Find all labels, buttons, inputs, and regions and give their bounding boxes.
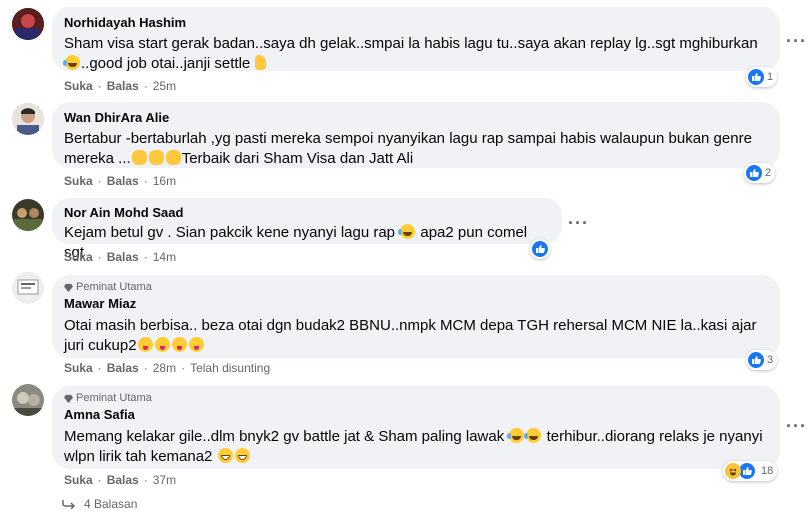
reaction-summary[interactable]: 1: [746, 67, 778, 87]
tongue-out-emoji-icon: [137, 337, 153, 352]
reply-link[interactable]: Balas: [107, 250, 139, 264]
commenter-name[interactable]: Wan DhirAra Alie: [64, 110, 768, 126]
commenter-name[interactable]: Amna Safia: [64, 407, 768, 423]
comment-actions: Suka · Balas · 37m: [64, 473, 177, 487]
reply-link[interactable]: Balas: [107, 473, 139, 487]
more-options-icon[interactable]: ···: [786, 417, 807, 435]
replies-count-label: 4 Balasan: [84, 497, 138, 511]
timestamp[interactable]: 37m: [153, 473, 176, 487]
reaction-summary[interactable]: 18: [723, 461, 778, 481]
top-fan-badge: Peminat Utama: [64, 280, 768, 294]
laughing-tears-emoji-icon: [63, 55, 80, 70]
comment-text: Bertabur -bertaburlah ,yg pasti mereka s…: [64, 130, 752, 167]
commenter-name[interactable]: Norhidayah Hashim: [64, 15, 768, 31]
comment-actions: Suka · Balas · 14m: [64, 250, 177, 264]
comment-bubble: Peminat Utama Mawar Miaz Otai masih berb…: [52, 275, 780, 358]
commenter-name[interactable]: Mawar Miaz: [64, 296, 768, 312]
like-link[interactable]: Suka: [64, 250, 93, 264]
like-link[interactable]: Suka: [64, 361, 93, 375]
comment-bubble: Nor Ain Mohd Saad Kejam betul gv . Sian …: [52, 198, 562, 261]
clapping-hands-emoji-icon: [165, 150, 181, 165]
reply-link[interactable]: Balas: [107, 361, 139, 375]
view-replies-link[interactable]: 4 Balasan: [62, 497, 137, 511]
reaction-summary[interactable]: [530, 239, 550, 259]
reply-link[interactable]: Balas: [107, 79, 139, 93]
rofl-emoji-icon: [524, 428, 542, 443]
reaction-count: 18: [761, 465, 774, 477]
comment-bubble: Wan DhirAra Alie Bertabur -bertaburlah ,…: [52, 102, 780, 168]
more-options-icon[interactable]: ···: [568, 214, 589, 232]
thumbs-up-emoji-icon: [255, 55, 267, 70]
clapping-hands-emoji-icon: [148, 150, 164, 165]
comment-text: Otai masih berbisa.. beza otai dgn budak…: [64, 317, 757, 354]
avatar-photo-icon: [12, 384, 44, 416]
avatar-photo-icon: [12, 199, 44, 231]
like-link[interactable]: Suka: [64, 79, 93, 93]
top-fan-badge: Peminat Utama: [64, 391, 768, 405]
like-reaction-icon: [748, 352, 764, 368]
reaction-summary[interactable]: 3: [746, 350, 778, 370]
reaction-count: 3: [767, 354, 774, 366]
reaction-count: 2: [765, 167, 772, 179]
like-reaction-icon: [746, 165, 762, 181]
grinning-sweat-emoji-icon: [234, 448, 250, 463]
comment-text: Memang kelakar gile..dlm bnyk2 gv battle…: [64, 428, 763, 465]
timestamp[interactable]: 28m: [153, 361, 176, 375]
avatar[interactable]: [12, 103, 44, 135]
timestamp[interactable]: 25m: [153, 79, 176, 93]
tongue-out-emoji-icon: [154, 337, 170, 352]
like-reaction-icon: [532, 241, 548, 257]
reply-arrow-icon: [62, 500, 76, 509]
avatar[interactable]: [12, 384, 44, 416]
rofl-emoji-icon: [507, 428, 525, 443]
diamond-badge-icon: [64, 283, 73, 292]
grinning-sweat-emoji-icon: [217, 448, 233, 463]
comment-bubble: Peminat Utama Amna Safia Memang kelakar …: [52, 386, 780, 469]
like-link[interactable]: Suka: [64, 473, 93, 487]
edited-label[interactable]: Telah disunting: [190, 361, 270, 375]
comment-actions: Suka · Balas · 16m: [64, 174, 177, 188]
diamond-badge-icon: [64, 394, 73, 403]
avatar-photo-icon: [12, 103, 44, 135]
avatar-photo-icon: [12, 272, 44, 304]
tongue-out-emoji-icon: [188, 337, 204, 352]
comment-actions: Suka · Balas · 25m: [64, 79, 177, 93]
timestamp[interactable]: 16m: [153, 174, 176, 188]
avatar[interactable]: [12, 8, 44, 40]
tongue-out-emoji-icon: [171, 337, 187, 352]
commenter-name[interactable]: Nor Ain Mohd Saad: [64, 205, 550, 221]
comment-actions: Suka · Balas · 28m · Telah disunting: [64, 361, 271, 375]
comment-bubble: Norhidayah Hashim Sham visa start gerak …: [52, 7, 780, 72]
avatar[interactable]: [12, 272, 44, 304]
clapping-hands-emoji-icon: [131, 150, 147, 165]
timestamp[interactable]: 14m: [153, 250, 176, 264]
haha-reaction-icon: [725, 463, 741, 479]
avatar-photo-icon: [12, 8, 44, 40]
comment-text: Sham visa start gerak badan..saya dh gel…: [63, 35, 758, 72]
like-link[interactable]: Suka: [64, 174, 93, 188]
reply-link[interactable]: Balas: [107, 174, 139, 188]
reaction-count: 1: [767, 71, 774, 83]
more-options-icon[interactable]: ···: [786, 32, 807, 50]
like-reaction-icon: [748, 69, 764, 85]
reaction-summary[interactable]: 2: [744, 163, 776, 183]
laughing-tears-emoji-icon: [398, 224, 416, 239]
avatar[interactable]: [12, 199, 44, 231]
